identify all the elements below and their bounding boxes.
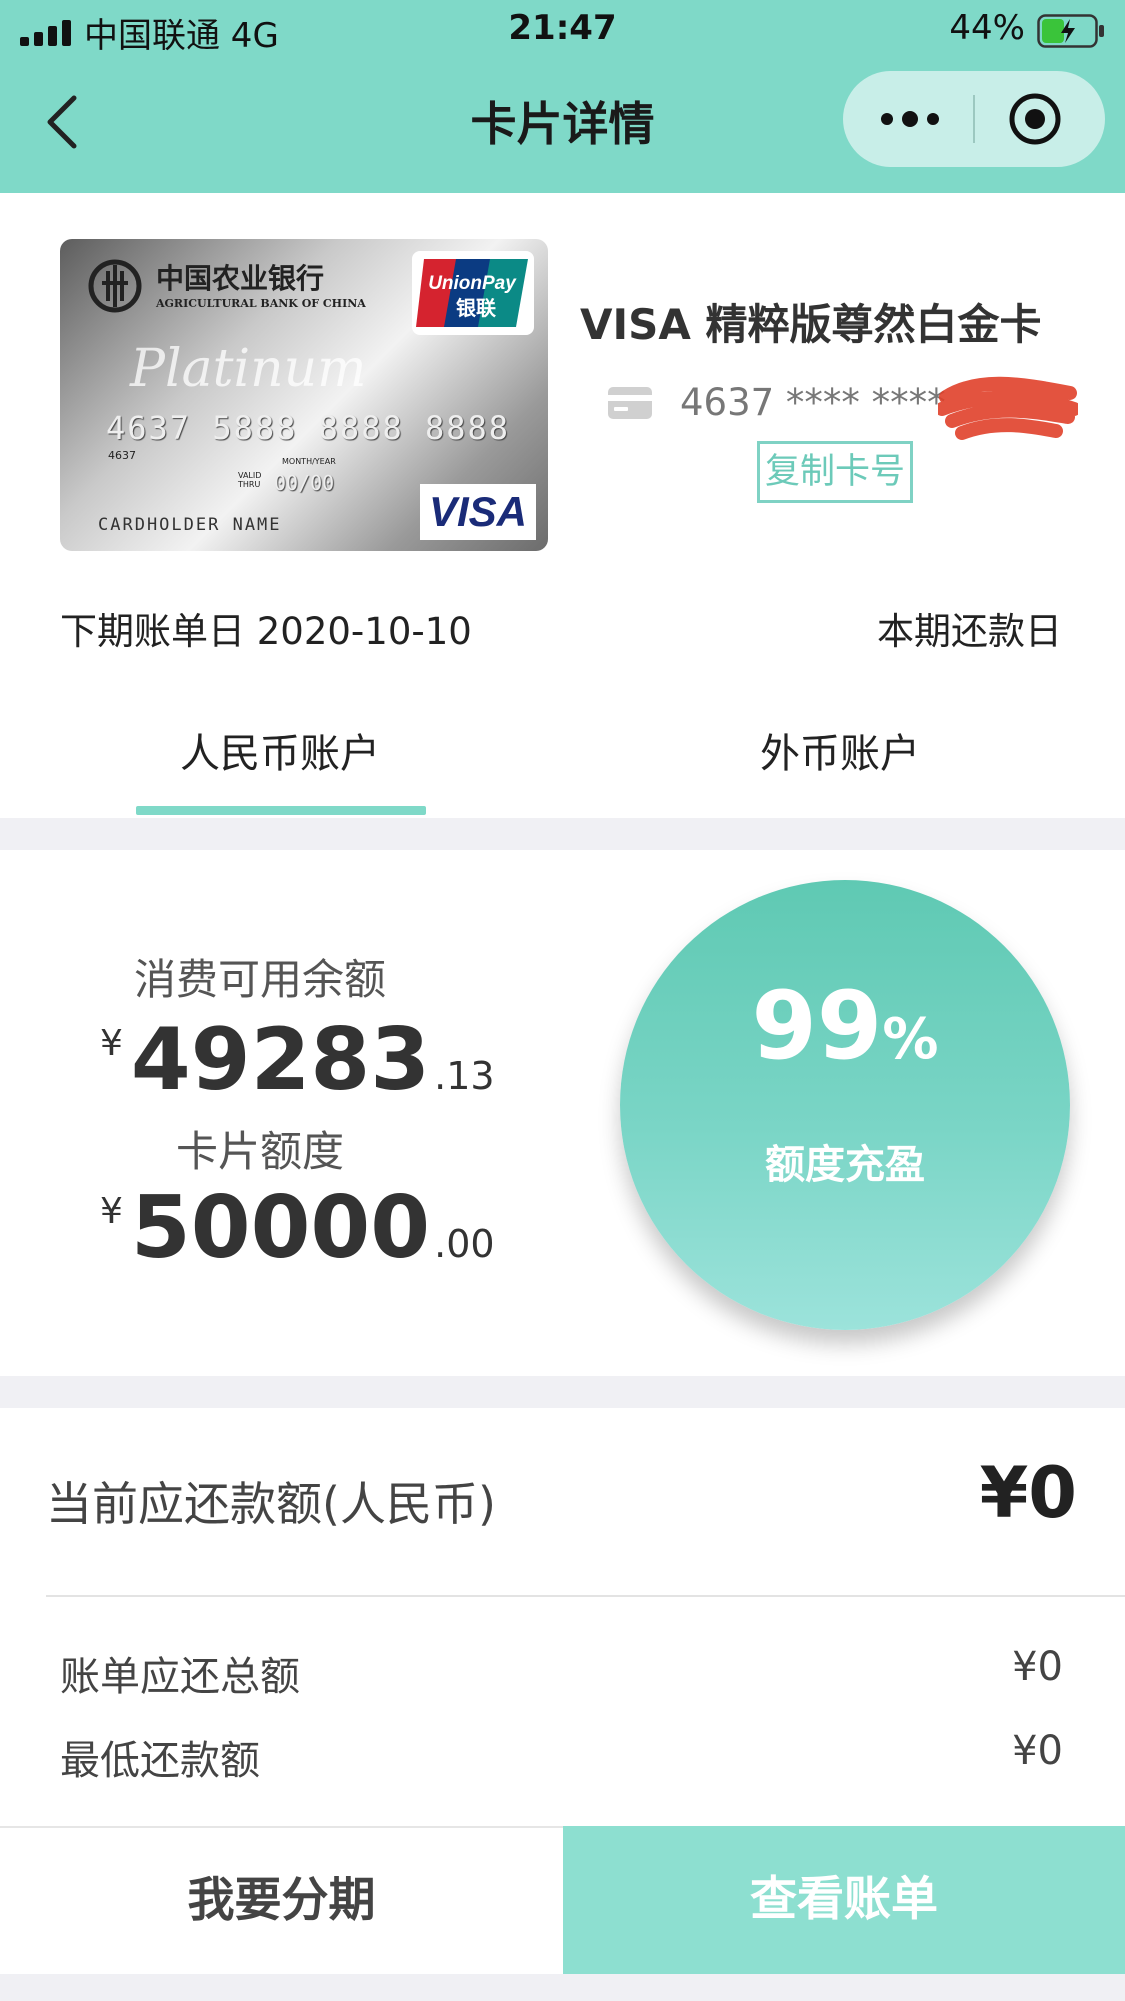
- available-decimal: .13: [434, 1054, 495, 1098]
- min-repayment-value: ¥0: [1012, 1728, 1063, 1774]
- card-limit-label: 卡片额度: [175, 1127, 344, 1176]
- card-section: 中国农业银行 AGRICULTURAL BANK OF CHINA Platin…: [0, 193, 1125, 818]
- abc-bank-logo-icon: [88, 259, 142, 313]
- limit-decimal: .00: [434, 1222, 495, 1266]
- next-bill-date: 下期账单日 2020-10-10: [60, 610, 472, 653]
- active-tab-indicator: [136, 806, 426, 815]
- limit-integer: 50000: [130, 1178, 431, 1278]
- bank-name-en: AGRICULTURAL BANK OF CHINA: [156, 297, 366, 310]
- unionpay-logo: UnionPay 银联: [412, 251, 534, 335]
- bill-total-label: 账单应还总额: [60, 1654, 300, 1700]
- more-dots-icon[interactable]: [875, 91, 945, 147]
- card-tier-text: Platinum: [130, 339, 367, 399]
- header: 中国联通 4G 21:47 44% 卡片详情: [0, 0, 1125, 193]
- bank-name-cn: 中国农业银行: [156, 262, 325, 295]
- installment-button[interactable]: 我要分期: [0, 1826, 563, 1974]
- card-small-number: 4637: [108, 449, 136, 462]
- repay-day-label: 本期还款日: [877, 610, 1062, 653]
- credit-card-image: 中国农业银行 AGRICULTURAL BANK OF CHINA Platin…: [60, 239, 548, 551]
- credit-percent: 99%: [620, 972, 1070, 1081]
- month-year-label: MONTH/YEAR: [282, 457, 336, 466]
- credit-section: 消费可用余额 ¥49283.13 卡片额度 ¥50000.00 99% 额度充盈: [0, 850, 1125, 1376]
- credit-percent-value: 99: [751, 972, 883, 1081]
- battery-icon: [1037, 14, 1104, 48]
- currency-symbol: ¥: [100, 1023, 123, 1064]
- bill-total-value: ¥0: [1012, 1644, 1063, 1690]
- view-bill-button[interactable]: 查看账单: [563, 1826, 1125, 1974]
- credit-status: 额度充盈: [765, 1142, 925, 1188]
- unionpay-en-text: UnionPay: [428, 273, 517, 294]
- masked-card-number: 4637 **** ****: [680, 381, 946, 424]
- percent-sign: %: [882, 1007, 939, 1072]
- card-limit-amount: ¥50000.00: [100, 1178, 495, 1278]
- min-repayment-label: 最低还款额: [60, 1738, 260, 1784]
- target-circle-icon[interactable]: [1005, 89, 1065, 149]
- miniprogram-capsule: [843, 71, 1105, 167]
- visa-logo: VISA: [420, 484, 536, 540]
- card-embossed-number: 4637 5888 8888 8888: [106, 409, 511, 447]
- currency-symbol: ¥: [100, 1191, 123, 1232]
- capsule-divider: [973, 95, 975, 143]
- card-name: VISA 精粹版尊然白金卡: [580, 300, 1042, 349]
- battery-percent: 44%: [949, 8, 1025, 48]
- tab-foreign-account[interactable]: 外币账户: [640, 721, 1040, 779]
- card-icon: [608, 387, 652, 419]
- divider: [46, 1595, 1125, 1597]
- repayment-section: 当前应还款额(人民币) ¥0 账单应还总额 ¥0 最低还款额 ¥0: [0, 1408, 1125, 1826]
- unionpay-cn-text: 银联: [456, 296, 496, 320]
- valid-thru-label: VALID THRU: [238, 471, 262, 489]
- cardholder-name: CARDHOLDER NAME: [98, 515, 282, 535]
- available-balance-label: 消费可用余额: [133, 955, 386, 1004]
- tab-rmb-account[interactable]: 人民币账户: [80, 721, 480, 779]
- valid-date: 00/00: [274, 471, 335, 495]
- available-balance-amount: ¥49283.13: [100, 1010, 495, 1110]
- copy-card-number-button[interactable]: 复制卡号: [757, 441, 913, 503]
- current-repayment-value: ¥0: [979, 1452, 1077, 1534]
- current-repayment-label: 当前应还款额(人民币): [46, 1477, 496, 1531]
- credit-usage-circle: 99% 额度充盈: [620, 880, 1070, 1330]
- unionpay-logo-icon: UnionPay 银联: [416, 259, 528, 327]
- redaction-scribble: [938, 376, 1078, 440]
- available-integer: 49283: [130, 1010, 431, 1110]
